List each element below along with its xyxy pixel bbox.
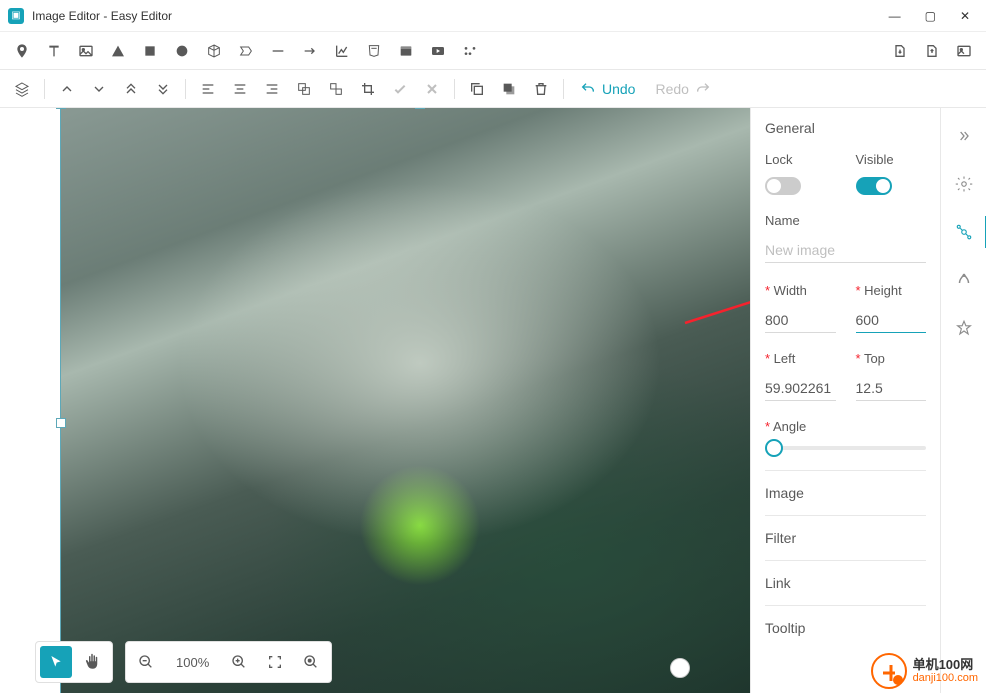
copy-icon[interactable] — [463, 75, 491, 103]
toolbar-secondary: Undo Redo — [0, 70, 986, 108]
triangle-icon[interactable] — [104, 37, 132, 65]
hand-tool-button[interactable] — [76, 646, 108, 678]
canvas-area[interactable]: 100% — [0, 108, 750, 693]
general-section-title: General — [765, 120, 926, 136]
resize-handle-nw[interactable] — [56, 108, 66, 109]
expand-rail-button[interactable] — [952, 124, 976, 148]
right-rail — [940, 108, 986, 693]
resize-handle-n[interactable] — [415, 108, 425, 109]
star-rail-icon[interactable] — [952, 316, 976, 340]
line-icon[interactable] — [264, 37, 292, 65]
arrow-icon[interactable] — [296, 37, 324, 65]
watermark-line2: danji100.com — [913, 672, 978, 684]
image-icon[interactable] — [72, 37, 100, 65]
check-icon[interactable] — [386, 75, 414, 103]
cancel-icon[interactable] — [418, 75, 446, 103]
app-logo-icon: ▣ — [8, 8, 24, 24]
close-button[interactable]: ✕ — [960, 9, 970, 23]
properties-panel: General Lock Visible Name Width Height — [750, 108, 940, 693]
undo-label: Undo — [602, 81, 635, 97]
zoom-level: 100% — [166, 655, 219, 670]
watermark-line1: 单机100网 — [913, 658, 978, 672]
height-label: Height — [856, 283, 927, 298]
circle-icon[interactable] — [168, 37, 196, 65]
align-center-icon[interactable] — [226, 75, 254, 103]
name-input[interactable] — [765, 238, 926, 263]
name-label: Name — [765, 213, 926, 228]
zoom-tools: 100% — [125, 641, 332, 683]
crop-icon[interactable] — [354, 75, 382, 103]
titlebar: ▣ Image Editor - Easy Editor — ▢ ✕ — [0, 0, 986, 32]
actual-size-button[interactable] — [295, 646, 327, 678]
angle-slider[interactable] — [765, 446, 926, 450]
height-input[interactable] — [856, 308, 927, 333]
ungroup-icon[interactable] — [322, 75, 350, 103]
window-title: Image Editor - Easy Editor — [32, 9, 889, 23]
left-input[interactable] — [765, 376, 836, 401]
top-label: Top — [856, 351, 927, 366]
width-input[interactable] — [765, 308, 836, 333]
watermark: 单机100网 danji100.com — [871, 653, 978, 689]
text-icon[interactable] — [40, 37, 68, 65]
chevron-down-icon[interactable] — [85, 75, 113, 103]
annotation-arrow — [680, 283, 750, 328]
save-image-icon[interactable] — [950, 37, 978, 65]
redo-label: Redo — [655, 81, 688, 97]
visible-label: Visible — [856, 152, 927, 167]
pointer-tool-button[interactable] — [40, 646, 72, 678]
zoom-in-button[interactable] — [223, 646, 255, 678]
angle-label: Angle — [765, 419, 926, 434]
double-up-icon[interactable] — [117, 75, 145, 103]
width-label: Width — [765, 283, 836, 298]
align-right-icon[interactable] — [258, 75, 286, 103]
top-input[interactable] — [856, 376, 927, 401]
redo-button: Redo — [647, 81, 718, 97]
branch-rail-icon[interactable] — [952, 268, 976, 292]
selected-image[interactable] — [60, 108, 750, 693]
cube-icon[interactable] — [200, 37, 228, 65]
upload-icon[interactable] — [918, 37, 946, 65]
video-icon[interactable] — [424, 37, 452, 65]
align-left-icon[interactable] — [194, 75, 222, 103]
delete-icon[interactable] — [527, 75, 555, 103]
window-icon[interactable] — [392, 37, 420, 65]
section-tooltip[interactable]: Tooltip — [765, 605, 926, 650]
resize-handle-w[interactable] — [56, 418, 66, 428]
lock-label: Lock — [765, 152, 836, 167]
settings-rail-icon[interactable] — [952, 172, 976, 196]
watermark-icon — [871, 653, 907, 689]
section-link[interactable]: Link — [765, 560, 926, 605]
toolbar-primary — [0, 32, 986, 70]
html-icon[interactable] — [360, 37, 388, 65]
visible-toggle[interactable] — [856, 177, 892, 195]
section-filter[interactable]: Filter — [765, 515, 926, 560]
chart-icon[interactable] — [328, 37, 356, 65]
fit-screen-button[interactable] — [259, 646, 291, 678]
duplicate-icon[interactable] — [495, 75, 523, 103]
polygon-icon[interactable] — [232, 37, 260, 65]
left-label: Left — [765, 351, 836, 366]
lock-toggle[interactable] — [765, 177, 801, 195]
canvas-indicator — [670, 658, 690, 678]
zoom-out-button[interactable] — [130, 646, 162, 678]
marker-icon[interactable] — [8, 37, 36, 65]
chevron-up-icon[interactable] — [53, 75, 81, 103]
square-icon[interactable] — [136, 37, 164, 65]
maximize-button[interactable]: ▢ — [925, 9, 936, 23]
node-settings-rail-icon[interactable] — [952, 220, 976, 244]
minimize-button[interactable]: — — [889, 9, 901, 23]
undo-button[interactable]: Undo — [572, 81, 643, 97]
group-icon[interactable] — [290, 75, 318, 103]
selection-tools — [35, 641, 113, 683]
layers-icon[interactable] — [8, 75, 36, 103]
download-icon[interactable] — [886, 37, 914, 65]
section-image[interactable]: Image — [765, 470, 926, 515]
nodes-icon[interactable] — [456, 37, 484, 65]
double-down-icon[interactable] — [149, 75, 177, 103]
